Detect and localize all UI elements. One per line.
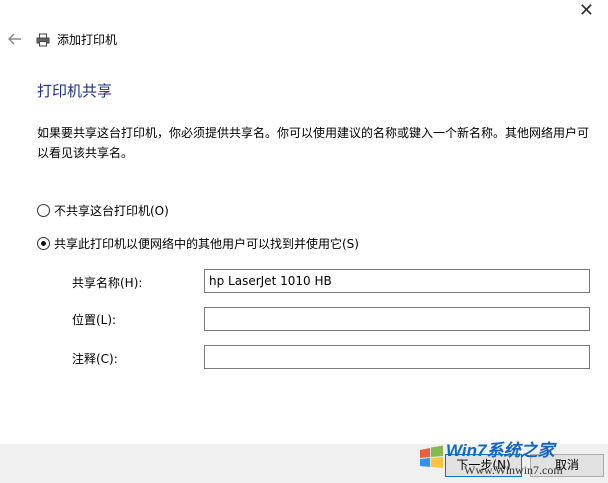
share-label[interactable]: 共享此打印机以便网络中的其他用户可以找到并使用它(S) — [54, 235, 359, 252]
share-name-input[interactable] — [204, 269, 590, 293]
share-radio[interactable] — [37, 237, 50, 250]
close-icon[interactable]: ✕ — [579, 0, 594, 22]
watermark-url: Www.Winwin7.com — [464, 463, 563, 477]
watermark-brand: Win7系统之家 — [446, 441, 557, 460]
no-share-option[interactable]: 不共享这台打印机(O) — [37, 202, 169, 219]
description-text: 如果要共享这台打印机，你必须提供共享名。你可以使用建议的名称或键入一个新名称。其… — [37, 126, 590, 160]
watermark-logo: Win7系统之家 Www.Winwin7.com — [420, 441, 563, 477]
no-share-label[interactable]: 不共享这台打印机(O) — [54, 202, 169, 219]
share-option[interactable]: 共享此打印机以便网络中的其他用户可以找到并使用它(S) — [37, 235, 359, 252]
printer-icon — [36, 33, 50, 47]
comment-input[interactable] — [204, 345, 590, 369]
no-share-radio[interactable] — [37, 204, 50, 217]
share-name-label: 共享名称(H): — [72, 276, 143, 290]
back-arrow-icon[interactable] — [7, 31, 23, 47]
location-input[interactable] — [204, 307, 590, 331]
title-bar: ✕ — [0, 0, 608, 26]
comment-label: 注释(C): — [72, 352, 118, 366]
location-label: 位置(L): — [72, 313, 117, 327]
wizard-title: 添加打印机 — [57, 33, 118, 47]
page-heading: 打印机共享 — [37, 82, 113, 100]
